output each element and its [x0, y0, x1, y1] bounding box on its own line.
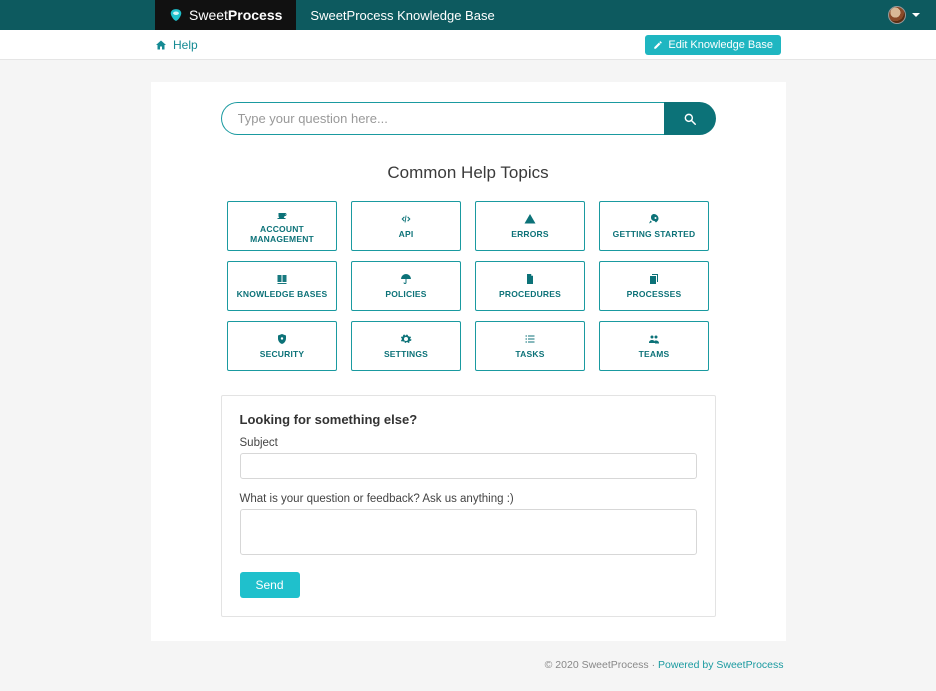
brand-logo[interactable]: SweetProcess	[155, 0, 296, 30]
footer-powered-link[interactable]: Powered by SweetProcess	[658, 659, 783, 671]
search-icon	[683, 112, 697, 126]
topic-label: KNOWLEDGE BASES	[237, 289, 328, 299]
topic-card-getting-started[interactable]: GETTING STARTED	[599, 201, 709, 251]
topic-grid: ACCOUNT MANAGEMENT API ERRORS GETTING START…	[221, 201, 716, 371]
footer: © 2020 SweetProcess · Powered by SweetPr…	[151, 653, 786, 691]
pencil-icon	[653, 40, 663, 50]
rocket-icon	[647, 213, 661, 225]
topic-card-teams[interactable]: TEAMS	[599, 321, 709, 371]
avatar	[888, 6, 906, 24]
file-icon	[523, 273, 537, 285]
brand-text-sweet: Sweet	[189, 7, 228, 23]
page-title: SweetProcess Knowledge Base	[296, 0, 494, 30]
topic-card-knowledge-bases[interactable]: KNOWLEDGE BASES	[227, 261, 337, 311]
topic-card-procedures[interactable]: PROCEDURES	[475, 261, 585, 311]
edit-knowledge-base-button[interactable]: Edit Knowledge Base	[645, 35, 781, 55]
user-menu[interactable]	[872, 0, 936, 30]
warning-icon	[523, 213, 537, 225]
topic-label: API	[399, 229, 414, 239]
users-icon	[647, 333, 661, 345]
brand-text-process: Process	[228, 7, 282, 23]
shield-icon	[275, 333, 289, 345]
copy-icon	[647, 273, 661, 285]
top-navbar: SweetProcess SweetProcess Knowledge Base	[0, 0, 936, 30]
body-textarea[interactable]	[240, 509, 697, 555]
body-label: What is your question or feedback? Ask u…	[240, 493, 697, 505]
topic-card-security[interactable]: SECURITY	[227, 321, 337, 371]
topic-card-settings[interactable]: SETTINGS	[351, 321, 461, 371]
subject-label: Subject	[240, 437, 697, 449]
breadcrumb[interactable]: Help	[155, 38, 198, 52]
topic-card-errors[interactable]: ERRORS	[475, 201, 585, 251]
topic-label: SECURITY	[260, 349, 305, 359]
topic-label: GETTING STARTED	[613, 229, 696, 239]
send-button[interactable]: Send	[240, 572, 300, 598]
topic-label: PROCEDURES	[499, 289, 561, 299]
code-icon	[399, 213, 413, 225]
coffee-icon	[275, 208, 289, 220]
chevron-down-icon	[912, 13, 920, 17]
topic-label: SETTINGS	[384, 349, 428, 359]
footer-copyright: © 2020 SweetProcess ·	[545, 659, 658, 671]
topic-label: TEAMS	[639, 349, 670, 359]
edit-knowledge-base-label: Edit Knowledge Base	[668, 39, 773, 51]
gear-icon	[399, 333, 413, 345]
topic-label: ERRORS	[511, 229, 549, 239]
topic-card-account-management[interactable]: ACCOUNT MANAGEMENT	[227, 201, 337, 251]
topic-label: TASKS	[515, 349, 544, 359]
tasks-icon	[523, 333, 537, 345]
contact-panel: Looking for something else? Subject What…	[221, 395, 716, 617]
contact-heading: Looking for something else?	[240, 412, 697, 427]
subject-input[interactable]	[240, 453, 697, 479]
search-row	[221, 102, 716, 135]
search-input[interactable]	[221, 102, 664, 135]
book-icon	[275, 273, 289, 285]
search-button[interactable]	[664, 102, 716, 135]
main-card: Common Help Topics ACCOUNT MANAGEMENT API…	[151, 82, 786, 641]
topic-label: POLICIES	[385, 289, 426, 299]
topic-card-policies[interactable]: POLICIES	[351, 261, 461, 311]
home-icon	[155, 39, 167, 51]
topic-card-tasks[interactable]: TASKS	[475, 321, 585, 371]
sweetprocess-logo-icon	[169, 9, 183, 21]
topic-label: ACCOUNT MANAGEMENT	[230, 224, 334, 244]
common-topics-heading: Common Help Topics	[221, 163, 716, 183]
umbrella-icon	[399, 273, 413, 285]
topic-card-api[interactable]: API	[351, 201, 461, 251]
topic-card-processes[interactable]: PROCESSES	[599, 261, 709, 311]
breadcrumb-bar: Help Edit Knowledge Base	[0, 30, 936, 60]
topic-label: PROCESSES	[627, 289, 682, 299]
breadcrumb-help: Help	[173, 38, 198, 52]
